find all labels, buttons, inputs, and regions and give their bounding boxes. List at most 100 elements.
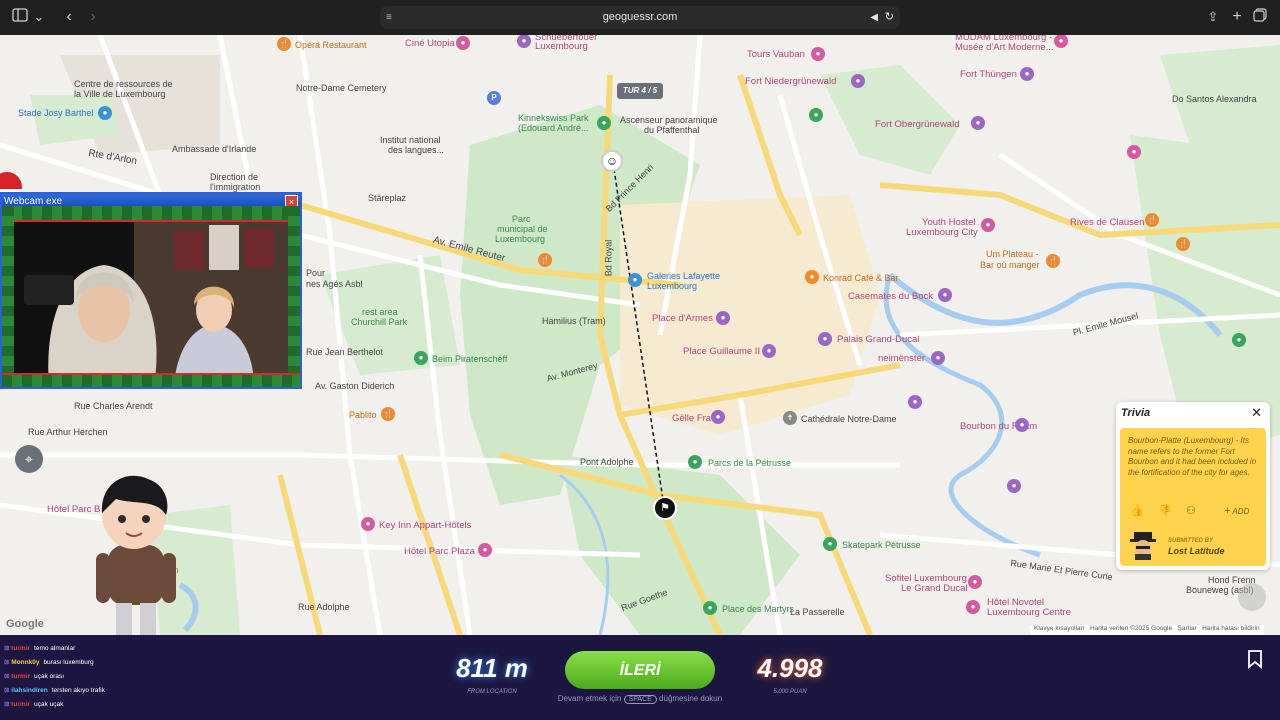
reload-icon[interactable]: ↻ [885, 6, 894, 29]
park-icon[interactable]: ● [597, 116, 611, 130]
restaurant-icon[interactable]: 🍴 [1176, 237, 1190, 251]
map-label[interactable]: Musée d'Art Moderne... [955, 42, 1053, 53]
map-label[interactable]: Casemates du Bock [848, 291, 933, 302]
map-label[interactable]: Skatepark Pétrusse [842, 540, 921, 550]
landmark-icon[interactable]: ● [762, 344, 776, 358]
cafe-icon[interactable]: ● [805, 270, 819, 284]
park-icon[interactable]: ● [809, 108, 823, 122]
map-label[interactable]: Parcs de la Pétrusse [708, 458, 791, 468]
map-label[interactable]: Galeries Lafayette [647, 271, 720, 281]
landmark-icon[interactable]: ● [711, 410, 725, 424]
map-label[interactable]: Luxembourg Centre [987, 607, 1071, 618]
restaurant-icon[interactable]: 🍴 [277, 37, 291, 51]
share-icon[interactable]: ⇪ [1204, 8, 1222, 26]
hotel-icon[interactable]: ● [966, 600, 980, 614]
hotel-icon[interactable]: ● [361, 517, 375, 531]
hotel-icon[interactable]: ● [478, 543, 492, 557]
map-label[interactable]: Churchill Park [351, 317, 407, 327]
landmark-icon[interactable]: ● [1020, 67, 1034, 81]
landmark-icon[interactable]: ● [716, 311, 730, 325]
map-label[interactable]: Kinnekswiss Park [518, 113, 589, 123]
shopping-icon[interactable]: ● [628, 273, 642, 287]
map-label[interactable]: Gëlle Fra [672, 413, 711, 424]
site-settings-icon[interactable]: ≡ [386, 6, 392, 29]
map-label[interactable]: Fort Niedergrünewald [745, 76, 836, 87]
next-button[interactable]: İLERİ [565, 651, 715, 689]
map-label[interactable]: Luxembourg [535, 41, 588, 52]
map-label[interactable]: Beim Piratenschëff [432, 354, 507, 364]
hotel-icon[interactable]: ● [1127, 145, 1141, 159]
bookmark-icon[interactable] [1244, 648, 1266, 670]
cinema-icon[interactable]: ● [456, 36, 470, 50]
map-label[interactable]: Place des Martyrs [722, 604, 794, 614]
map-label[interactable]: Um Plateau - [986, 249, 1039, 259]
stadium-icon[interactable]: ● [98, 106, 112, 120]
restaurant-icon[interactable]: 🍴 [1145, 213, 1159, 227]
map-label[interactable]: Luxembourg [495, 234, 545, 244]
add-button[interactable]: + ADD [1224, 505, 1249, 517]
landmark-icon[interactable]: ● [931, 351, 945, 365]
landmark-icon[interactable]: ● [971, 116, 985, 130]
correct-location-flag-icon[interactable]: ⚑ [653, 496, 677, 520]
back-icon[interactable]: ‹ [60, 8, 78, 26]
map-label[interactable]: Place Guillaume II [683, 346, 760, 357]
landmark-icon[interactable]: ● [908, 395, 922, 409]
park-icon[interactable]: ● [703, 601, 717, 615]
new-tab-icon[interactable]: + [1228, 8, 1246, 26]
guess-marker[interactable]: ☺ [601, 150, 623, 172]
map-label[interactable]: Luxembourg City [906, 227, 978, 238]
landmark-icon[interactable]: ● [938, 288, 952, 302]
location-pin-button[interactable]: ⌖ [15, 445, 43, 473]
map-label[interactable]: Key Inn Appart-Hôtels [379, 520, 471, 531]
map-label[interactable]: Le Grand Ducal [901, 583, 968, 594]
close-icon[interactable]: ✕ [1251, 405, 1262, 421]
map-label[interactable]: municipal de [497, 224, 548, 234]
map-label[interactable]: Fort Thüngen [960, 69, 1017, 80]
landmark-icon[interactable]: ● [1007, 479, 1021, 493]
report-error-link[interactable]: Harita hatası bildirin [1202, 625, 1259, 632]
map-label[interactable]: neimënster [878, 353, 925, 364]
speaker-icon[interactable]: ◀ [870, 6, 878, 29]
user-info-icon[interactable]: ⚇ [1186, 504, 1196, 517]
thumbs-up-icon[interactable]: 👍 [1130, 504, 1144, 517]
landmark-icon[interactable]: ● [818, 332, 832, 346]
forward-icon[interactable]: › [84, 8, 102, 26]
chevron-down-icon[interactable]: ⌄ [32, 8, 46, 26]
map-label[interactable]: Place d'Armes [652, 313, 713, 324]
parking-icon[interactable]: P [487, 91, 501, 105]
map-label[interactable]: Rives de Clausen [1070, 217, 1144, 228]
map-label[interactable]: Luxembourg [647, 281, 697, 291]
park-icon[interactable]: ● [823, 537, 837, 551]
trivia-author[interactable]: Lost Latitude [1168, 546, 1225, 556]
map-label[interactable]: Ciné Utopia [405, 38, 455, 49]
map-label[interactable]: (Edouard André... [518, 123, 589, 133]
map-label[interactable]: Palais Grand-Ducal [837, 334, 919, 345]
keyboard-shortcuts-link[interactable]: Klavye kısayolları [1034, 625, 1085, 632]
hotel-icon[interactable]: ● [981, 218, 995, 232]
map-label[interactable]: Tours Vauban [747, 49, 805, 60]
tabs-overview-icon[interactable] [1251, 8, 1269, 26]
map-label[interactable]: Opéra Restaurant [295, 40, 367, 50]
zoom-circle-button[interactable] [1238, 583, 1266, 611]
map-label[interactable]: rest area [362, 307, 398, 317]
restaurant-icon[interactable]: 🍴 [381, 407, 395, 421]
map-label[interactable]: Pablito [349, 410, 377, 420]
sidebar-toggle-icon[interactable] [10, 8, 30, 26]
map-label[interactable]: Parc [512, 214, 531, 224]
park-icon[interactable]: ● [1232, 333, 1246, 347]
hotel-icon[interactable]: ● [968, 575, 982, 589]
terms-link[interactable]: Şartlar [1178, 625, 1197, 632]
map-label[interactable]: Bar où manger [980, 260, 1040, 270]
map-label[interactable]: Stade Josy Barthel [18, 108, 94, 118]
landmark-icon[interactable]: ● [811, 47, 825, 61]
church-icon[interactable]: ✝ [783, 411, 797, 425]
thumbs-down-icon[interactable]: 👎 [1158, 504, 1172, 517]
map-label[interactable]: Konrad Café & Bar [823, 273, 899, 283]
park-icon[interactable]: ● [688, 455, 702, 469]
restaurant-icon[interactable]: 🍴 [1046, 254, 1060, 268]
restaurant-icon[interactable]: 🍴 [538, 253, 552, 267]
map-label[interactable]: Fort Obergrünewald [875, 119, 959, 130]
map-label[interactable]: Hôtel Parc Plaza [404, 546, 475, 557]
park-icon[interactable]: ● [414, 351, 428, 365]
address-bar[interactable]: ≡ geoguessr.com ◀ ↻ [380, 6, 900, 29]
